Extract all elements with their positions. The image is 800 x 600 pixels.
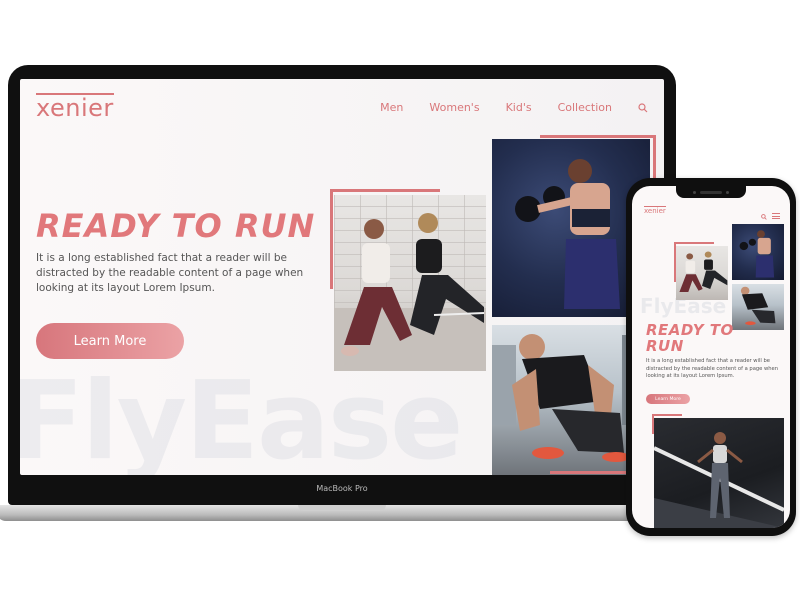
nav-item-kids[interactable]: Kid's xyxy=(506,101,532,114)
search-icon[interactable] xyxy=(761,207,767,225)
phone-hero-description: It is a long established fact that a rea… xyxy=(646,358,779,379)
laptop-model-label: MacBook Pro xyxy=(316,484,368,493)
phone-screen: xenier FlyEase READY TO RUN It is a long… xyxy=(632,186,790,528)
phone-brand-logo[interactable]: xenier xyxy=(644,206,666,215)
nav-item-men[interactable]: Men xyxy=(380,101,403,114)
phone-hero-title: READY TO RUN xyxy=(646,321,734,355)
phone-notch xyxy=(676,186,746,198)
main-nav: Men Women's Kid's Collection xyxy=(380,101,648,114)
brand-logo[interactable]: xenier xyxy=(36,93,114,120)
phone-learn-more-button[interactable]: Learn More xyxy=(646,394,690,404)
nav-item-collection[interactable]: Collection xyxy=(558,101,612,114)
nav-item-womens[interactable]: Women's xyxy=(429,101,479,114)
hamburger-menu-icon[interactable] xyxy=(772,213,780,219)
women-figures-image xyxy=(341,213,485,356)
hero-description: It is a long established fact that a rea… xyxy=(36,252,304,294)
phone-photo-women xyxy=(676,246,728,300)
search-icon[interactable] xyxy=(638,102,648,113)
laptop-hinge-notch xyxy=(298,505,386,511)
hero-title: READY TO RUN xyxy=(36,207,316,245)
photo-women-sitting xyxy=(334,195,486,371)
laptop-mockup: FlyEase xenier Men Women's Kid's Collect… xyxy=(0,65,688,527)
phone-mockup: xenier FlyEase READY TO RUN It is a long… xyxy=(626,178,796,536)
learn-more-button[interactable]: Learn More xyxy=(36,323,184,359)
phone-photo-runner xyxy=(732,284,784,330)
phone-photo-boxer xyxy=(732,224,784,280)
background-watermark: FlyEase xyxy=(20,359,463,475)
laptop-screen: FlyEase xenier Men Women's Kid's Collect… xyxy=(20,79,664,475)
phone-photo-stairs-runner xyxy=(654,418,784,528)
